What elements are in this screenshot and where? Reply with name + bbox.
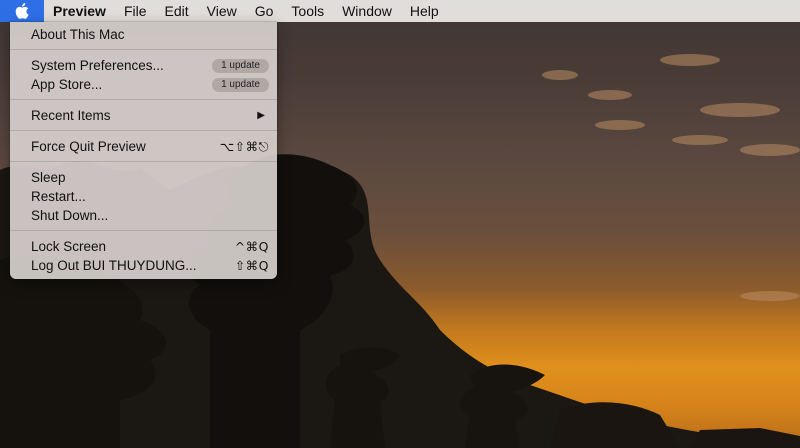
menu-separator [10, 125, 277, 137]
menu-item-force-quit[interactable]: Force Quit Preview ⌥⇧⌘⎋ [10, 137, 277, 156]
menubar-view[interactable]: View [198, 0, 246, 22]
menu-item-label: Shut Down... [31, 208, 109, 223]
menu-item-log-out[interactable]: Log Out BUI THUYDUNG... ⇧⌘Q [10, 256, 277, 275]
menubar-tools[interactable]: Tools [282, 0, 333, 22]
menu-item-label: App Store... [31, 77, 103, 92]
keyboard-shortcut: ⌥⇧⌘⎋ [219, 139, 269, 154]
apple-menu-dropdown: About This Mac System Preferences... 1 u… [10, 22, 277, 279]
menu-item-label: Sleep [31, 170, 66, 185]
keyboard-shortcut: ^⌘Q [234, 239, 269, 254]
menubar-file[interactable]: File [115, 0, 156, 22]
menu-item-lock-screen[interactable]: Lock Screen ^⌘Q [10, 237, 277, 256]
keyboard-shortcut: ⇧⌘Q [234, 258, 269, 273]
menu-separator [10, 156, 277, 168]
menubar-go[interactable]: Go [246, 0, 283, 22]
menu-item-sleep[interactable]: Sleep [10, 168, 277, 187]
apple-logo-icon [15, 3, 29, 19]
menu-bar: Preview File Edit View Go Tools Window H… [0, 0, 800, 22]
menubar-app-preview[interactable]: Preview [44, 0, 115, 22]
menu-item-restart[interactable]: Restart... [10, 187, 277, 206]
menu-item-label: Lock Screen [31, 239, 107, 254]
submenu-arrow-icon: ▶ [257, 110, 265, 121]
menu-separator [10, 94, 277, 106]
menubar-edit[interactable]: Edit [156, 0, 198, 22]
menu-item-label: About This Mac [31, 27, 125, 42]
menubar-help[interactable]: Help [401, 0, 448, 22]
menubar-window[interactable]: Window [333, 0, 401, 22]
menu-item-label: Force Quit Preview [31, 139, 146, 154]
menu-item-shut-down[interactable]: Shut Down... [10, 206, 277, 225]
menu-item-about-this-mac[interactable]: About This Mac [10, 25, 277, 44]
update-badge: 1 update [212, 58, 269, 73]
update-badge: 1 update [212, 77, 269, 92]
menu-item-label: System Preferences... [31, 58, 164, 73]
menu-item-recent-items[interactable]: Recent Items ▶ [10, 106, 277, 125]
menu-item-label: Recent Items [31, 108, 111, 123]
menu-item-label: Log Out BUI THUYDUNG... [31, 258, 197, 273]
apple-menu-button[interactable] [0, 0, 44, 22]
menu-separator [10, 225, 277, 237]
menu-separator [10, 44, 277, 56]
menu-item-label: Restart... [31, 189, 86, 204]
menu-item-system-preferences[interactable]: System Preferences... 1 update [10, 56, 277, 75]
menu-item-app-store[interactable]: App Store... 1 update [10, 75, 277, 94]
